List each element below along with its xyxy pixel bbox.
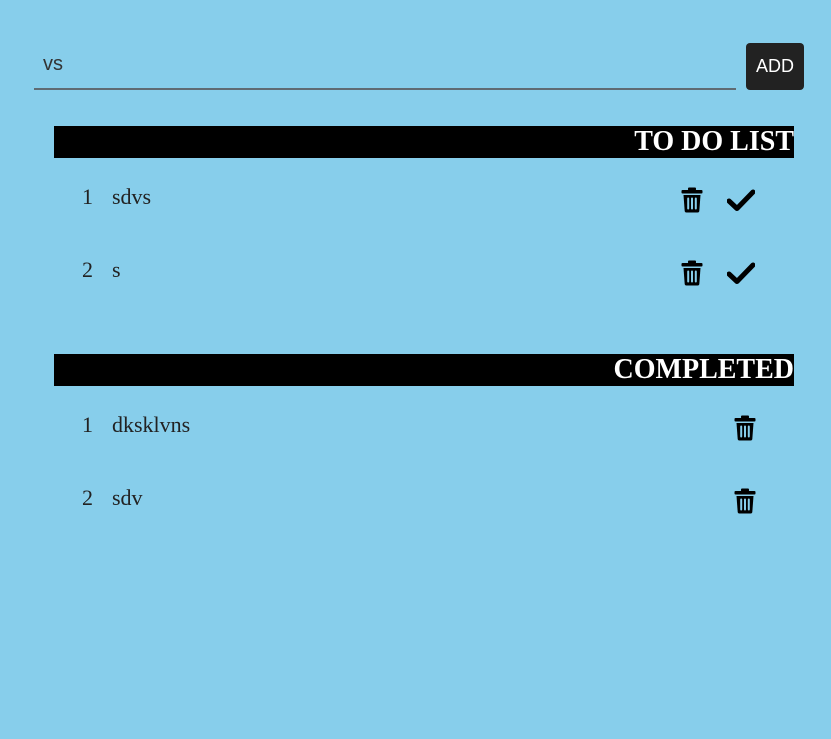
- item-number: 2: [82, 257, 93, 282]
- todo-list-item: 1 sdvs: [54, 184, 794, 224]
- completed-list-item: 1 dksklvns: [54, 412, 794, 452]
- add-button[interactable]: ADD: [746, 43, 804, 90]
- todo-input-container: [34, 42, 736, 90]
- completed-list-item: 2 sdv: [54, 485, 794, 525]
- item-number: 1: [82, 412, 93, 437]
- completed-heading: COMPLETED: [54, 354, 794, 386]
- item-text: dksklvns: [112, 412, 191, 437]
- todo-list-heading: TO DO LIST: [54, 126, 794, 158]
- todo-input[interactable]: [34, 42, 736, 88]
- item-text: sdvs: [112, 184, 152, 209]
- item-text: sdv: [112, 485, 143, 510]
- item-number: 1: [82, 184, 93, 209]
- trash-icon[interactable]: [731, 487, 759, 515]
- trash-icon[interactable]: [731, 414, 759, 442]
- item-number: 2: [82, 485, 93, 510]
- todo-list-item: 2 s: [54, 257, 794, 297]
- trash-icon[interactable]: [678, 259, 706, 287]
- check-icon[interactable]: [727, 186, 755, 214]
- check-icon[interactable]: [727, 259, 755, 287]
- trash-icon[interactable]: [678, 186, 706, 214]
- item-text: s: [112, 257, 121, 282]
